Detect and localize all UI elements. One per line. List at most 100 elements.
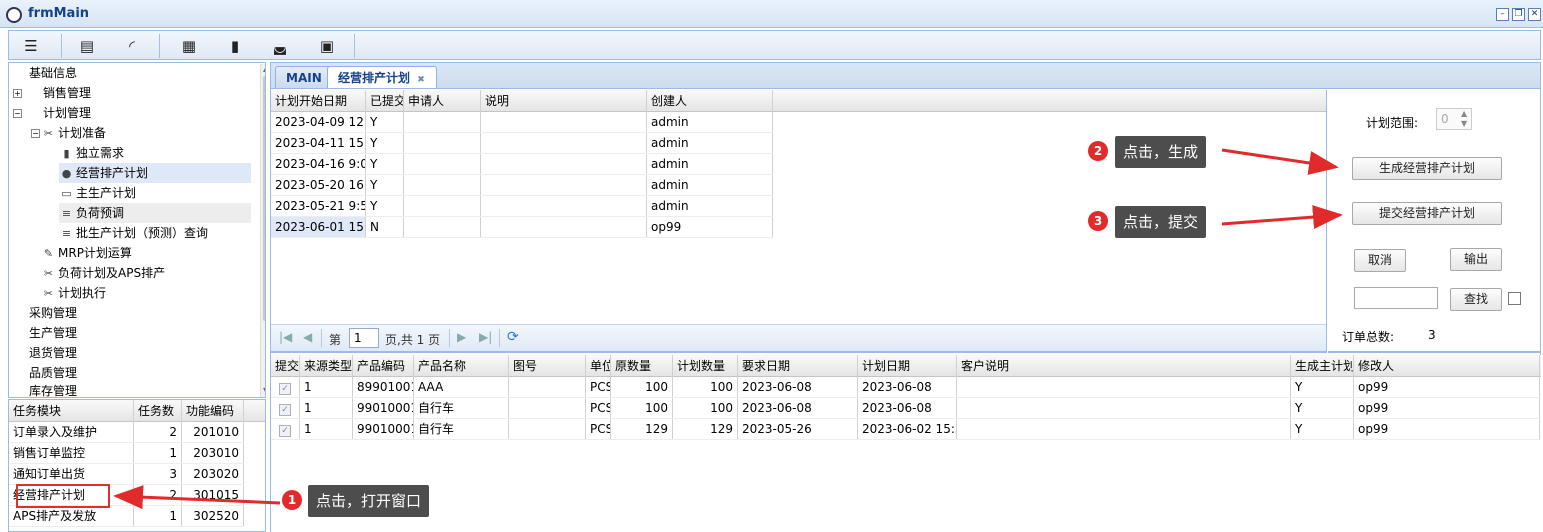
table-row[interactable]: 销售订单监控 1 203010 (9, 443, 265, 464)
tree-item-quality[interactable]: 品质管理 (29, 363, 77, 383)
minimize-icon[interactable]: – (1496, 8, 1509, 21)
column-header[interactable]: 任务模块 (9, 400, 134, 422)
rss-icon[interactable]: ◜ (118, 35, 146, 57)
tree-item-inventory[interactable]: 库存管理 (29, 381, 77, 397)
nav-tree: 基础信息 + 销售管理 − 计划管理 − ✂ 计划准备 ▮ 独立需求 ● 经营排产计划… (8, 62, 266, 398)
column-header[interactable]: 说明 (481, 90, 647, 112)
tree-item-basic-info[interactable]: 基础信息 (29, 63, 77, 83)
column-header[interactable]: 功能编码 (182, 400, 244, 422)
collapse-icon[interactable]: − (13, 109, 22, 118)
scrollbar-thumb[interactable] (263, 76, 265, 321)
column-header[interactable]: 产品名称 (414, 355, 509, 377)
expand-icon[interactable]: + (13, 89, 22, 98)
column-header[interactable]: 产品编码 (353, 355, 414, 377)
search-input[interactable] (1354, 287, 1438, 309)
tree-item-load-preset[interactable]: ≡ 负荷预调 (59, 203, 251, 223)
monitor-icon: ▭ (61, 187, 72, 200)
spinner-down-icon[interactable]: ▼ (1461, 119, 1467, 128)
first-page-icon[interactable]: |◀ (279, 330, 292, 344)
table-row[interactable]: 2023-04-16 9:0 Yadmin (271, 154, 773, 175)
tab-close-icon[interactable]: ✖ (416, 76, 426, 86)
table-row[interactable]: ✓ 1 99010001 自行车 PCS 129 129 2023-05-26 2023-06-… (271, 419, 1541, 440)
bookmark-icon[interactable]: ▮ (221, 35, 249, 57)
tree-item-returns[interactable]: 退货管理 (29, 343, 77, 363)
spinner-up-icon[interactable]: ▲ (1461, 109, 1467, 118)
tree-item-batch-plan-query[interactable]: ≡ 批生产计划（预测）查询 (59, 223, 208, 243)
prev-page-icon[interactable]: ◀ (303, 330, 312, 344)
export-button[interactable]: 输出 (1450, 248, 1502, 271)
table-cell: 1 (300, 419, 353, 440)
column-header[interactable]: 提交 (271, 355, 300, 377)
last-page-icon[interactable]: ▶| (479, 330, 492, 344)
table-row[interactable]: ✓ 1 99010001 自行车 PCS 100 100 2023-06-08 2023-06-… (271, 398, 1541, 419)
collapse-icon[interactable]: − (31, 129, 40, 138)
tree-item-purchase[interactable]: 采购管理 (29, 303, 77, 323)
column-header[interactable]: 原数量 (611, 355, 673, 377)
search-checkbox[interactable] (1508, 292, 1521, 305)
column-header[interactable]: 图号 (509, 355, 586, 377)
search-button[interactable]: 查找 (1450, 288, 1502, 311)
tab-business-schedule[interactable]: 经营排产计划 ✖ (327, 66, 438, 90)
column-header[interactable]: 计划开始日期 (271, 90, 366, 112)
column-header[interactable]: 生成主计划 (1291, 355, 1354, 377)
submit-checkbox[interactable]: ✓ (279, 425, 291, 437)
table-row[interactable]: 通知订单出货 3 203020 (9, 464, 265, 485)
table-cell: 2023-04-11 15: (271, 133, 366, 154)
tree-item-business-schedule[interactable]: ● 经营排产计划 (59, 163, 251, 183)
column-header[interactable]: 任务数 (134, 400, 182, 422)
tree-item-mrp[interactable]: ✎ MRP计划运算 (41, 243, 132, 263)
column-header[interactable]: 单位 (586, 355, 611, 377)
table-cell: 2023-06-08 (738, 377, 858, 398)
table-cell: 2 (134, 422, 182, 443)
column-header[interactable]: 修改人 (1354, 355, 1540, 377)
table-row[interactable]: ✓ 1 89901001 AAA PCS 100 100 2023-06-08 2023-06-… (271, 377, 1541, 398)
table-row[interactable]: APS排产及发放 1 302520 (9, 506, 265, 527)
column-header[interactable]: 申请人 (404, 90, 481, 112)
tree-item-plan-prep[interactable]: − ✂ 计划准备 (9, 123, 259, 143)
tree-item-master-plan[interactable]: ▭ 主生产计划 (59, 183, 136, 203)
tree-item-production[interactable]: 生产管理 (29, 323, 77, 343)
tree-item-planning[interactable]: − 计划管理 (9, 103, 259, 123)
scroll-down-icon[interactable]: ▼ (263, 386, 265, 395)
tree-scrollbar[interactable]: ▲ ▼ (260, 64, 265, 397)
tree-item-sales[interactable]: + 销售管理 (9, 83, 259, 103)
column-header[interactable]: 要求日期 (738, 355, 858, 377)
table-row[interactable]: 2023-04-09 12: Yadmin (271, 112, 773, 133)
column-header[interactable]: 已提交 (366, 90, 404, 112)
submit-plan-button[interactable]: 提交经营排产计划 (1352, 202, 1502, 225)
cancel-button[interactable]: 取消 (1354, 249, 1406, 272)
column-header[interactable]: 创建人 (647, 90, 773, 112)
submit-checkbox[interactable]: ✓ (279, 404, 291, 416)
calendar-icon[interactable]: ▦ (175, 35, 203, 57)
table-row[interactable]: 2023-06-01 15: Nop99 (271, 217, 773, 238)
scroll-up-icon[interactable]: ▲ (263, 64, 265, 73)
table-cell (481, 154, 647, 175)
column-header[interactable]: 计划数量 (673, 355, 738, 377)
submit-checkbox[interactable]: ✓ (279, 383, 291, 395)
inbox-icon[interactable]: ◛ (266, 35, 294, 57)
image-icon[interactable]: ▣ (313, 35, 341, 57)
restore-icon[interactable]: ❐ (1512, 8, 1525, 21)
column-header[interactable]: 计划日期 (858, 355, 957, 377)
table-row[interactable]: 2023-04-11 15: Yadmin (271, 133, 773, 154)
tree-item-load-aps[interactable]: ✂ 负荷计划及APS排产 (41, 263, 165, 283)
column-header[interactable]: 来源类型 (300, 355, 353, 377)
tree-item-independent-demand[interactable]: ▮ 独立需求 (59, 143, 124, 163)
column-header[interactable]: 客户说明 (957, 355, 1291, 377)
page-number-input[interactable] (349, 328, 379, 348)
table-row[interactable]: 2023-05-20 16: Yadmin (271, 175, 773, 196)
table-cell: admin (647, 175, 773, 196)
generate-plan-button[interactable]: 生成经营排产计划 (1352, 157, 1502, 180)
range-spinner[interactable]: 0 ▲ ▼ (1436, 108, 1472, 130)
table-row[interactable]: 2023-05-21 9:5 Yadmin (271, 196, 773, 217)
menu-icon[interactable]: ☰ (17, 35, 45, 57)
tab-main[interactable]: MAIN (275, 66, 333, 89)
next-page-icon[interactable]: ▶ (457, 330, 466, 344)
save-icon[interactable]: ▤ (73, 35, 101, 57)
tree-item-plan-exec[interactable]: ✂ 计划执行 (41, 283, 106, 303)
task-grid: 任务模块 任务数 功能编码 订单录入及维护 2 201010 销售订单监控 1 20301… (8, 399, 266, 532)
close-icon[interactable]: ✕ (1528, 8, 1541, 21)
table-cell (957, 419, 1291, 440)
table-row[interactable]: 订单录入及维护 2 201010 (9, 422, 265, 443)
refresh-icon[interactable]: ⟳ (507, 329, 519, 345)
